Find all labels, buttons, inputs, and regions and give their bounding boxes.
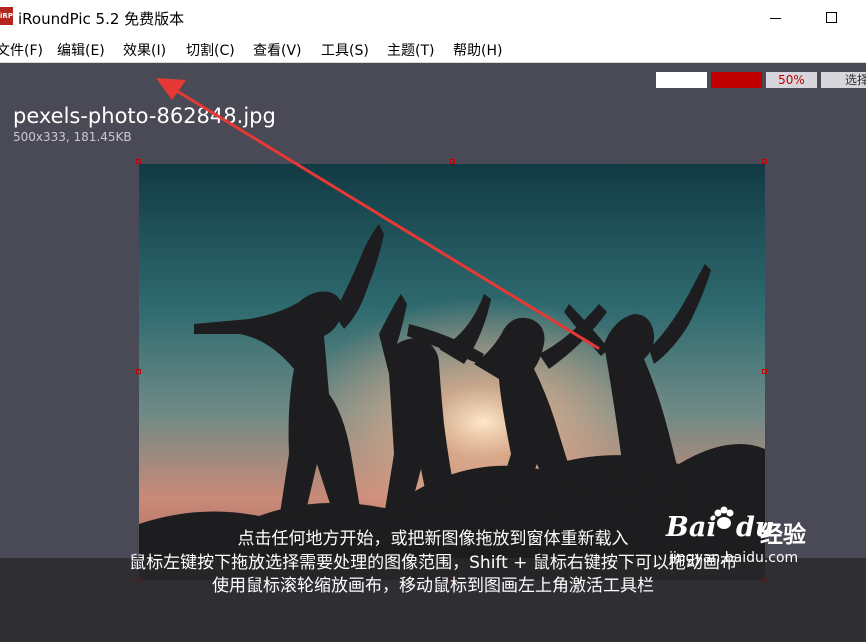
menu-bar: 文件(F) 编辑(E) 效果(I) 切割(C) 查看(V) 工具(S) 主题(T… <box>0 35 866 63</box>
baidu-watermark: Bai du 经验 jingyan.baidu.com <box>666 506 866 582</box>
window-title: iRoundPic 5.2 免费版本 <box>18 10 185 28</box>
selection-handle-top-left[interactable] <box>136 159 141 164</box>
selection-handle-middle-right[interactable] <box>762 369 767 374</box>
maximize-button[interactable] <box>817 6 847 28</box>
watermark-brand-left: Bai <box>666 512 717 543</box>
menu-theme[interactable]: 主题(T) <box>387 40 434 60</box>
select-button[interactable]: 选择 <box>821 72 866 88</box>
watermark-product: 经验 <box>760 522 806 548</box>
border-color-swatch[interactable] <box>711 72 762 88</box>
menu-help[interactable]: 帮助(H) <box>453 40 502 60</box>
menu-edit[interactable]: 编辑(E) <box>57 40 105 60</box>
image-file-info: 500x333, 181.45KB <box>13 130 132 144</box>
selection-handle-top-right[interactable] <box>762 159 767 164</box>
paw-icon <box>714 506 734 529</box>
zoom-level[interactable]: 50% <box>766 72 817 88</box>
selection-handle-middle-left[interactable] <box>136 369 141 374</box>
minimize-button[interactable] <box>761 6 791 28</box>
menu-file[interactable]: 文件(F) <box>0 40 43 60</box>
background-color-swatch[interactable] <box>656 72 707 88</box>
menu-view[interactable]: 查看(V) <box>253 40 302 60</box>
menu-cut[interactable]: 切割(C) <box>186 40 235 60</box>
watermark-url: jingyan.baidu.com <box>669 550 799 566</box>
selection-handle-top-center[interactable] <box>450 159 455 164</box>
menu-tools[interactable]: 工具(S) <box>321 40 369 60</box>
title-bar: iRP iRoundPic 5.2 免费版本 <box>0 0 866 35</box>
image-file-name: pexels-photo-862848.jpg <box>13 104 276 128</box>
menu-effects[interactable]: 效果(I) <box>123 40 166 60</box>
app-logo-icon: iRP <box>0 7 13 25</box>
